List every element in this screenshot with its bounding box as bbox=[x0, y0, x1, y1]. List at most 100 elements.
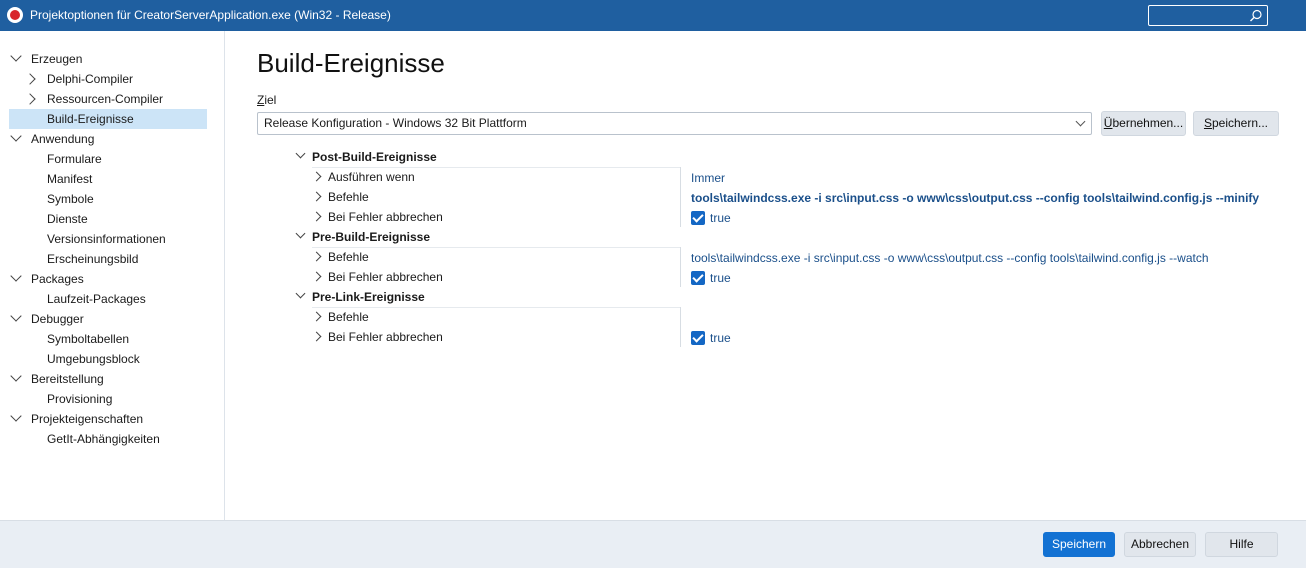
tree-item-anwendung[interactable]: Anwendung bbox=[9, 129, 207, 149]
property-commands[interactable]: Befehle bbox=[292, 247, 680, 267]
chevron-right-icon[interactable] bbox=[24, 73, 36, 85]
page-title: Build-Ereignisse bbox=[257, 48, 445, 78]
chevron-down-icon[interactable] bbox=[10, 410, 22, 422]
tree-item-label: Symbole bbox=[47, 192, 94, 206]
property-label: Bei Fehler abbrechen bbox=[328, 210, 443, 224]
tree-item-laufzeit-packages[interactable]: Laufzeit-Packages bbox=[9, 289, 207, 309]
tree-item-symbole[interactable]: Symbole bbox=[9, 189, 207, 209]
property-value-run-when[interactable]: Immer bbox=[691, 168, 725, 188]
tree-item-provisioning[interactable]: Provisioning bbox=[9, 389, 207, 409]
app-logo-icon bbox=[7, 7, 23, 23]
tree-item-versionsinformationen[interactable]: Versionsinformationen bbox=[9, 229, 207, 249]
tree-item-label: Erzeugen bbox=[31, 52, 83, 66]
property-commands[interactable]: Befehle bbox=[292, 307, 680, 327]
tree-item-projekteigenschaften[interactable]: Projekteigenschaften bbox=[9, 409, 207, 429]
chevron-right-icon[interactable] bbox=[311, 271, 322, 282]
chevron-right-icon[interactable] bbox=[311, 171, 322, 182]
tree-item-umgebungsblock[interactable]: Umgebungsblock bbox=[9, 349, 207, 369]
chevron-down-icon[interactable] bbox=[10, 310, 22, 322]
property-label: Befehle bbox=[328, 250, 369, 264]
target-label-text: iel bbox=[264, 93, 277, 107]
property-commands[interactable]: Befehle bbox=[292, 187, 680, 207]
help-button[interactable]: Hilfe bbox=[1205, 532, 1278, 557]
property-value-cancel-on-error[interactable]: true bbox=[691, 208, 731, 228]
tree-item-getit-abhaengigkeiten[interactable]: GetIt-Abhängigkeiten bbox=[9, 429, 207, 449]
tree-item-label: Manifest bbox=[47, 172, 93, 186]
tree-item-label: Erscheinungsbild bbox=[47, 252, 139, 266]
tree-item-label: Umgebungsblock bbox=[47, 352, 140, 366]
property-cancel-on-error[interactable]: Bei Fehler abbrechen bbox=[292, 327, 680, 347]
title-bar: Projektoptionen für CreatorServerApplica… bbox=[0, 0, 1306, 31]
chevron-down-icon[interactable] bbox=[295, 148, 306, 159]
tree-item-packages[interactable]: Packages bbox=[9, 269, 207, 289]
target-select-value: Release Konfiguration - Windows 32 Bit P… bbox=[264, 116, 527, 130]
tree-item-label: Versionsinformationen bbox=[47, 232, 166, 246]
tree-item-dienste[interactable]: Dienste bbox=[9, 209, 207, 229]
chevron-right-icon[interactable] bbox=[311, 251, 322, 262]
section-pre-build[interactable]: Pre-Build-Ereignisse bbox=[292, 227, 682, 247]
grid-divider bbox=[680, 167, 681, 227]
section-pre-link[interactable]: Pre-Link-Ereignisse bbox=[292, 287, 682, 307]
tree-item-label: GetIt-Abhängigkeiten bbox=[47, 432, 160, 446]
cancel-button[interactable]: Abbrechen bbox=[1124, 532, 1196, 557]
options-tree: Erzeugen Delphi-Compiler Ressourcen-Comp… bbox=[0, 31, 225, 520]
property-value-cancel-on-error[interactable]: true bbox=[691, 328, 731, 348]
save-as-button-label: peichern... bbox=[1211, 116, 1269, 130]
checkbox-label: true bbox=[710, 331, 731, 345]
tree-item-debugger[interactable]: Debugger bbox=[9, 309, 207, 329]
tree-item-label: Laufzeit-Packages bbox=[47, 292, 146, 306]
tree-item-ressourcen-compiler[interactable]: Ressourcen-Compiler bbox=[9, 89, 207, 109]
chevron-right-icon[interactable] bbox=[311, 211, 322, 222]
tree-item-manifest[interactable]: Manifest bbox=[9, 169, 207, 189]
checkbox-checked[interactable] bbox=[691, 270, 705, 285]
tree-item-label: Build-Ereignisse bbox=[47, 112, 134, 126]
property-value-commands[interactable]: tools\tailwindcss.exe -i src\input.css -… bbox=[691, 248, 1209, 268]
checkbox-checked[interactable] bbox=[691, 330, 705, 345]
target-select[interactable]: Release Konfiguration - Windows 32 Bit P… bbox=[257, 112, 1092, 135]
chevron-right-icon[interactable] bbox=[311, 311, 322, 322]
property-cancel-on-error[interactable]: Bei Fehler abbrechen bbox=[292, 267, 680, 287]
checkbox-checked[interactable] bbox=[691, 210, 705, 225]
tree-item-label: Anwendung bbox=[31, 132, 95, 146]
tree-item-erzeugen[interactable]: Erzeugen bbox=[9, 49, 207, 69]
tree-item-label: Symboltabellen bbox=[47, 332, 130, 346]
apply-button[interactable]: Übernehmen... bbox=[1101, 111, 1186, 136]
chevron-down-icon[interactable] bbox=[10, 130, 22, 142]
property-label: Ausführen wenn bbox=[328, 170, 415, 184]
tree-item-label: Packages bbox=[31, 272, 84, 286]
section-title: Pre-Build-Ereignisse bbox=[312, 230, 431, 244]
chevron-down-icon[interactable] bbox=[295, 288, 306, 299]
tree-item-label: Formulare bbox=[47, 152, 102, 166]
save-as-button[interactable]: Speichern... bbox=[1193, 111, 1279, 136]
tree-item-formulare[interactable]: Formulare bbox=[9, 149, 207, 169]
chevron-down-icon[interactable] bbox=[295, 228, 306, 239]
target-label: Ziel bbox=[257, 93, 276, 107]
tree-item-delphi-compiler[interactable]: Delphi-Compiler bbox=[9, 69, 207, 89]
tree-item-label: Bereitstellung bbox=[31, 372, 104, 386]
property-run-when[interactable]: Ausführen wenn bbox=[292, 167, 680, 187]
chevron-down-icon[interactable] bbox=[10, 270, 22, 282]
section-title: Pre-Link-Ereignisse bbox=[312, 290, 425, 304]
chevron-right-icon[interactable] bbox=[311, 331, 322, 342]
tree-item-erscheinungsbild[interactable]: Erscheinungsbild bbox=[9, 249, 207, 269]
property-label: Bei Fehler abbrechen bbox=[328, 270, 443, 284]
tree-item-build-ereignisse[interactable]: Build-Ereignisse bbox=[9, 109, 207, 129]
section-title: Post-Build-Ereignisse bbox=[312, 150, 437, 164]
chevron-right-icon[interactable] bbox=[24, 93, 36, 105]
tree-item-label: Delphi-Compiler bbox=[47, 72, 134, 86]
property-value-cancel-on-error[interactable]: true bbox=[691, 268, 731, 288]
property-cancel-on-error[interactable]: Bei Fehler abbrechen bbox=[292, 207, 680, 227]
dialog-footer: Speichern Abbrechen Hilfe bbox=[0, 520, 1306, 568]
tree-item-symboltabellen[interactable]: Symboltabellen bbox=[9, 329, 207, 349]
property-value-commands[interactable]: tools\tailwindcss.exe -i src\input.css -… bbox=[691, 188, 1259, 208]
search-input[interactable] bbox=[1148, 5, 1268, 26]
chevron-down-icon bbox=[1075, 116, 1086, 127]
grid-divider bbox=[680, 247, 681, 287]
section-post-build[interactable]: Post-Build-Ereignisse bbox=[292, 147, 682, 167]
chevron-down-icon[interactable] bbox=[10, 50, 22, 62]
save-button[interactable]: Speichern bbox=[1043, 532, 1115, 557]
chevron-right-icon[interactable] bbox=[311, 191, 322, 202]
tree-item-bereitstellung[interactable]: Bereitstellung bbox=[9, 369, 207, 389]
tree-item-label: Debugger bbox=[31, 312, 84, 326]
chevron-down-icon[interactable] bbox=[10, 370, 22, 382]
